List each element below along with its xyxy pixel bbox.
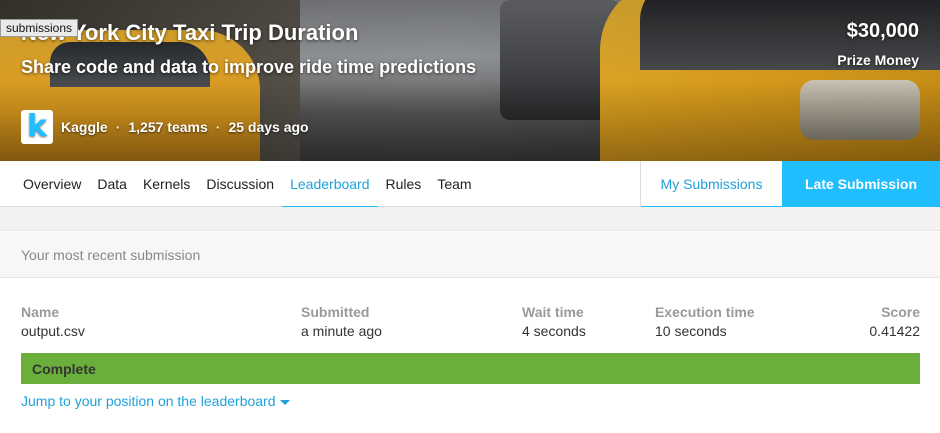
tab-rules[interactable]: Rules (378, 161, 430, 207)
col-score: Score 0.41422 (869, 303, 920, 341)
col-execution-time: Execution time 10 seconds (655, 303, 755, 341)
col-score-label: Score (881, 304, 920, 320)
tab-kernels[interactable]: Kernels (135, 161, 198, 207)
team-count[interactable]: 1,257 teams (128, 119, 207, 135)
host-info: k Kaggle · 1,257 teams · 25 days ago (21, 110, 309, 144)
jump-to-leaderboard-link[interactable]: Jump to your position on the leaderboard (21, 393, 290, 409)
tab-team[interactable]: Team (429, 161, 479, 207)
wait-time-value: 4 seconds (522, 323, 586, 339)
col-wait-time: Wait time 4 seconds (522, 303, 586, 341)
recent-submission-heading: Your most recent submission (0, 232, 940, 278)
my-submissions-tab[interactable]: My Submissions (640, 161, 782, 208)
jump-link-label[interactable]: Jump to your position on the leaderboard (21, 393, 276, 409)
tab-data[interactable]: Data (89, 161, 135, 207)
tooltip-label: submissions (0, 19, 79, 37)
col-name: Name output.csv (21, 303, 85, 341)
col-submitted-label: Submitted (301, 304, 370, 320)
late-submission-button[interactable]: Late Submission (782, 161, 940, 207)
score-value: 0.41422 (869, 323, 920, 339)
prize-amount: $30,000 (846, 20, 919, 42)
tab-overview[interactable]: Overview (15, 161, 89, 207)
col-wait-time-label: Wait time (522, 304, 584, 320)
competition-subtitle: Share code and data to improve ride time… (21, 57, 477, 77)
kaggle-logo-icon[interactable]: k (21, 110, 53, 144)
submission-status-bar: Complete (21, 353, 920, 384)
execution-time-value: 10 seconds (655, 323, 727, 339)
col-name-label: Name (21, 304, 60, 320)
section-divider (0, 207, 940, 231)
separator: · (215, 119, 221, 135)
time-ago: 25 days ago (228, 119, 309, 135)
col-submitted: Submitted a minute ago (301, 303, 382, 341)
submitted-time: a minute ago (301, 323, 382, 339)
col-execution-time-label: Execution time (655, 304, 755, 320)
prize-label: Prize Money (837, 52, 919, 68)
submission-details: Name output.csv Submitted a minute ago W… (0, 303, 940, 343)
tab-discussion[interactable]: Discussion (198, 161, 282, 207)
caret-down-icon[interactable] (279, 399, 290, 405)
separator: · (115, 119, 121, 135)
competition-tab-bar: Overview Data Kernels Discussion Leaderb… (0, 161, 940, 208)
host-name[interactable]: Kaggle (61, 119, 108, 135)
tab-leaderboard[interactable]: Leaderboard (282, 161, 378, 208)
tab-list: Overview Data Kernels Discussion Leaderb… (15, 161, 480, 208)
status-text: Complete (32, 360, 96, 377)
submission-filename: output.csv (21, 323, 85, 339)
